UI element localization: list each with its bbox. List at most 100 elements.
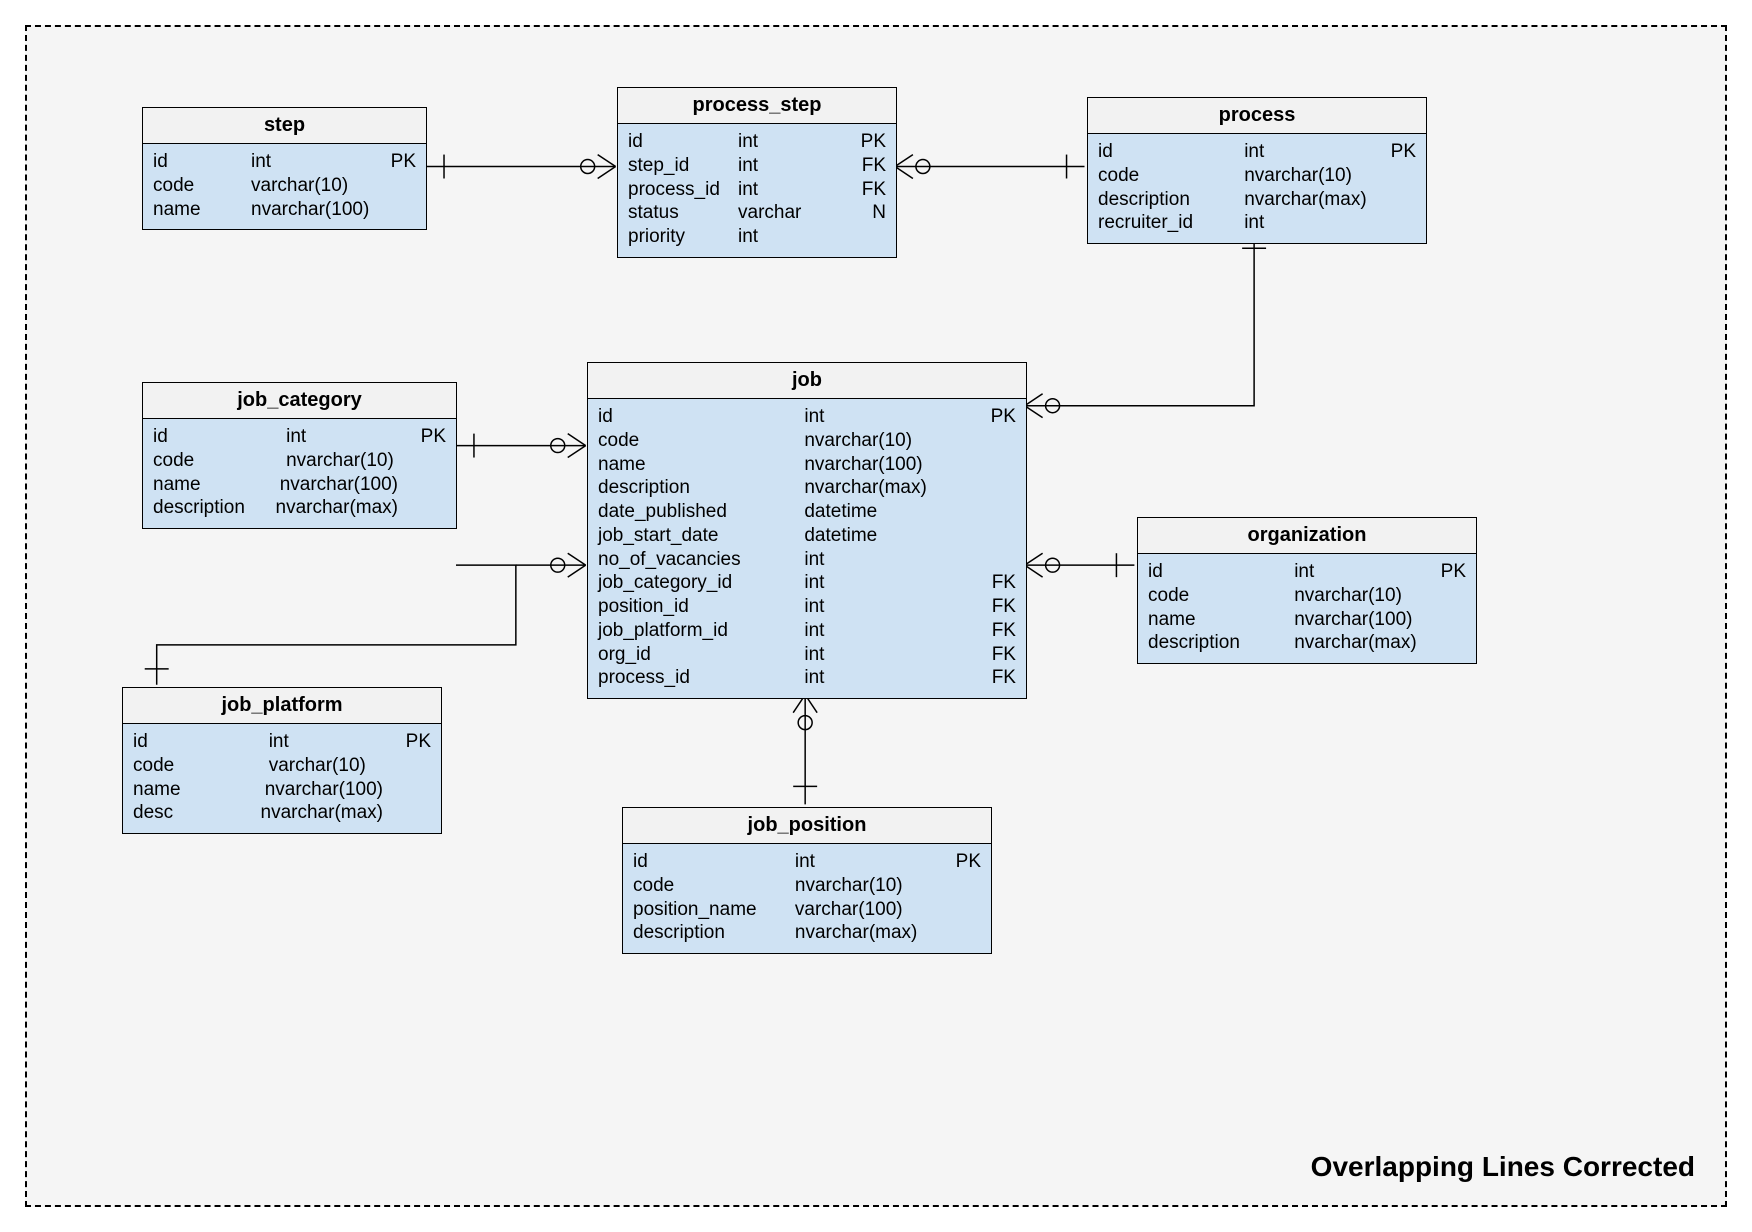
col-name: step_id: [628, 154, 728, 178]
col-name: process_id: [598, 666, 794, 690]
col-type: varchar(100): [795, 898, 933, 922]
entity-organization-body: idintPK codenvarchar(10) namenvarchar(10…: [1138, 554, 1476, 663]
col-key: [978, 500, 1016, 524]
col-name: id: [153, 425, 276, 449]
table-row: codevarchar(10): [153, 174, 416, 198]
entity-job-position-body: idintPK codenvarchar(10) position_nameva…: [623, 844, 991, 953]
col-key: PK: [848, 130, 886, 154]
col-name: description: [153, 496, 266, 520]
col-key: PK: [943, 850, 981, 874]
col-type: nvarchar(10): [804, 429, 968, 453]
entity-job-platform: job_platform idintPK codevarchar(10) nam…: [122, 687, 442, 834]
col-name: id: [598, 405, 794, 429]
col-key: [393, 778, 431, 802]
col-name: id: [133, 730, 259, 754]
col-name: name: [153, 198, 243, 222]
col-type: nvarchar(10): [795, 874, 933, 898]
entity-process-step-title: process_step: [618, 88, 896, 124]
col-key: FK: [978, 595, 1016, 619]
col-type: int: [1294, 560, 1418, 584]
col-type: int: [804, 405, 968, 429]
table-row: namenvarchar(100): [153, 198, 416, 222]
col-key: [1428, 584, 1466, 608]
col-type: int: [738, 225, 838, 249]
col-type: varchar: [738, 201, 838, 225]
col-type: nvarchar(100): [1294, 608, 1418, 632]
col-name: code: [153, 449, 276, 473]
col-type: nvarchar(100): [280, 473, 398, 497]
col-type: int: [738, 154, 838, 178]
entity-process-body: idintPK codenvarchar(10) descriptionnvar…: [1088, 134, 1426, 243]
table-row: name nvarchar(100): [1148, 608, 1466, 632]
entity-step: step idintPK codevarchar(10) namenvarcha…: [142, 107, 427, 230]
col-name: id: [633, 850, 785, 874]
col-key: [378, 174, 416, 198]
col-name: job_start_date: [598, 524, 794, 548]
col-type: datetime: [804, 500, 968, 524]
table-row: idintPK: [133, 730, 431, 754]
table-row: position_namevarchar(100): [633, 898, 981, 922]
table-row: description nvarchar(max): [633, 921, 981, 945]
table-row: codenvarchar(10): [1148, 584, 1466, 608]
diagram-caption: Overlapping Lines Corrected: [1311, 1151, 1695, 1183]
col-key: [408, 473, 446, 497]
col-key: [1378, 164, 1416, 188]
col-key: PK: [408, 425, 446, 449]
col-name: priority: [628, 225, 728, 249]
col-key: PK: [393, 730, 431, 754]
col-key: FK: [848, 154, 886, 178]
col-type: int: [804, 571, 968, 595]
col-name: name: [1148, 608, 1284, 632]
col-type: nvarchar(10): [286, 449, 398, 473]
col-key: [978, 524, 1016, 548]
col-name: description: [1098, 188, 1234, 212]
table-row: description nvarchar(max): [1098, 188, 1416, 212]
table-row: step_id int FK: [628, 154, 886, 178]
table-row: descnvarchar(max): [133, 801, 431, 825]
entity-job-body: idintPK codenvarchar(10) namenvarchar(10…: [588, 399, 1026, 698]
col-type: nvarchar(max): [1244, 188, 1368, 212]
col-name: recruiter_id: [1098, 211, 1234, 235]
col-name: position_id: [598, 595, 794, 619]
col-type: datetime: [804, 524, 968, 548]
table-row: codenvarchar(10): [598, 429, 1016, 453]
table-row: date_publisheddatetime: [598, 500, 1016, 524]
col-name: org_id: [598, 643, 794, 667]
col-key: [978, 476, 1016, 500]
col-name: process_id: [628, 178, 728, 202]
col-name: job_platform_id: [598, 619, 794, 643]
col-key: FK: [978, 571, 1016, 595]
col-key: [978, 453, 1016, 477]
col-name: description: [633, 921, 785, 945]
entity-process-title: process: [1088, 98, 1426, 134]
entity-process-step-body: idintPK step_idintFK process_idintFK sta…: [618, 124, 896, 257]
col-name: no_of_vacancies: [598, 548, 794, 572]
col-name: id: [1148, 560, 1284, 584]
col-type: int: [804, 643, 968, 667]
col-name: desc: [133, 801, 251, 825]
table-row: priority int: [628, 225, 886, 249]
col-key: PK: [1378, 140, 1416, 164]
table-row: namenvarchar(100): [133, 778, 431, 802]
col-type: varchar(10): [269, 754, 383, 778]
col-key: [408, 449, 446, 473]
table-row: code nvarchar(10): [153, 449, 446, 473]
col-key: [1378, 211, 1416, 235]
col-name: code: [633, 874, 785, 898]
col-key: [1378, 188, 1416, 212]
table-row: job_start_date datetime: [598, 524, 1016, 548]
table-row: descriptionnvarchar(max): [598, 476, 1016, 500]
table-row: descriptionnvarchar(max): [1148, 631, 1466, 655]
col-type: nvarchar(10): [1244, 164, 1368, 188]
col-type: nvarchar(max): [795, 921, 933, 945]
entity-organization-title: organization: [1138, 518, 1476, 554]
table-row: job_platform_idintFK: [598, 619, 1016, 643]
entity-job-position-title: job_position: [623, 808, 991, 844]
col-type: nvarchar(10): [1294, 584, 1418, 608]
entity-job: job idintPK codenvarchar(10) namenvarcha…: [587, 362, 1027, 699]
table-row: idintPK: [598, 405, 1016, 429]
col-key: [943, 898, 981, 922]
col-type: nvarchar(max): [1294, 631, 1418, 655]
col-name: code: [1098, 164, 1234, 188]
col-type: int: [804, 619, 968, 643]
